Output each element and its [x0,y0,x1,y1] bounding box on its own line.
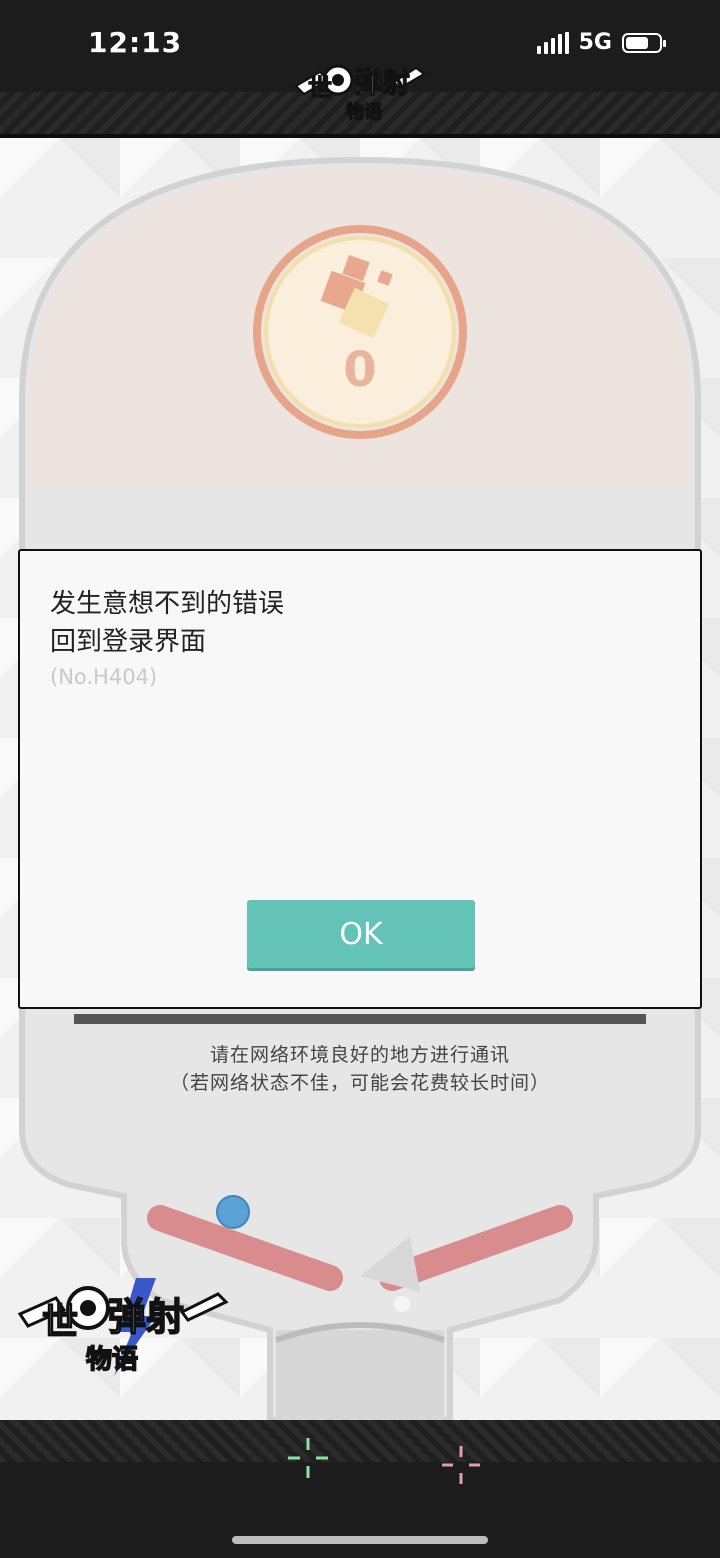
network-type: 5G [578,30,612,55]
status-time: 12:13 [88,26,183,59]
signal-icon [536,31,569,54]
svg-text:世: 世 [42,1302,78,1343]
ok-button[interactable]: OK [247,900,475,968]
network-notice: 请在网络环境良好的地方进行通讯 [209,1044,510,1066]
battery-icon [622,32,666,53]
progress-bar [74,1014,646,1024]
svg-text:物语: 物语 [346,101,382,123]
network-notice-detail: （若网络状态不佳，可能会花费较长时间） [169,1072,550,1094]
score-value: 0 [343,342,377,398]
crosshair-pink-icon[interactable] [440,1444,482,1486]
error-code: (No.H404) [50,665,158,689]
crosshair-green-icon[interactable] [286,1436,330,1480]
error-instruction: 回到登录界面 [50,627,207,657]
error-message: 发生意想不到的错误 [50,589,285,619]
svg-text:世: 世 [308,74,332,102]
svg-text:弹射: 弹射 [354,66,410,99]
svg-text:物语: 物语 [86,1345,138,1375]
svg-text:弹射: 弹射 [108,1295,184,1339]
error-dialog: 发生意想不到的错误 回到登录界面 (No.H404) OK [18,549,702,1009]
pinball-ball [216,1195,250,1229]
header-logo: 弹射 物语 世 [290,52,430,124]
status-indicators: 5G [536,30,666,55]
footer-logo: 世 弹射 物语 [16,1272,230,1382]
home-indicator[interactable] [232,1536,488,1544]
